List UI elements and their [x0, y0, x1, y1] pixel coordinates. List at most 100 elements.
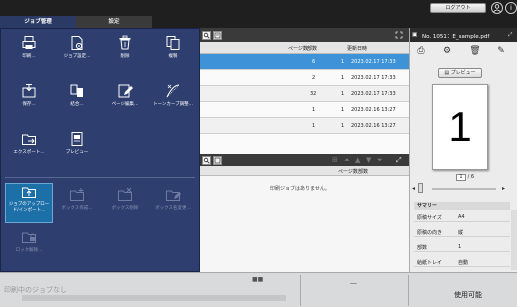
table-row[interactable]: 32 1 2023.02.17 17:33 [200, 86, 409, 102]
cell-pages: 1 [312, 107, 316, 113]
table-row[interactable]: 2 1 2023.02.17 17:33 [200, 70, 409, 86]
trash-icon[interactable]: 🗑 [468, 44, 482, 58]
menu-item-box-rename[interactable]: ボックス名変更... [151, 187, 195, 221]
top-bar: ジョブ管理 設定 ログアウト i [0, 0, 517, 28]
cell-copies: 1 [341, 59, 345, 65]
file-icon: ▣ [412, 32, 418, 38]
page-thumbnail[interactable]: 1 [432, 84, 488, 170]
page-edit-icon[interactable]: ✎ [494, 44, 508, 58]
cell-pages: 6 [312, 59, 316, 65]
merge-icon [55, 83, 99, 101]
menu-label: ボックス名変更... [155, 206, 191, 211]
zoom-out-icon[interactable]: ◂ [412, 185, 415, 192]
summary-key: 原稿の向き [417, 230, 443, 236]
col-pages[interactable]: ページ数 [288, 45, 308, 52]
box-upload-icon [6, 184, 52, 202]
search-icon[interactable] [202, 156, 211, 165]
logout-button[interactable]: ログアウト [430, 3, 486, 13]
menu-label: ボックス削除 [111, 206, 139, 211]
table-row[interactable]: 6 1 2023.02.17 17:33 [200, 54, 409, 70]
status-dots: ■■ [252, 276, 264, 283]
summary-value: 1 [458, 244, 462, 250]
divider [300, 275, 301, 306]
menu-label: エクスポート... [13, 150, 45, 155]
panel-title-bar: ▣ No. 1051：E_sample.pdf ⤢ [410, 28, 517, 42]
filter-icon[interactable] [213, 31, 222, 40]
table-row[interactable]: 1 1 2023.02.16 13:27 [200, 102, 409, 118]
menu-item-box-create[interactable]: ボックス作成... [55, 187, 99, 221]
expand-icon[interactable] [394, 31, 403, 40]
main-tabs: ジョブ管理 設定 [0, 16, 152, 28]
divider [408, 275, 409, 306]
menu-item-print[interactable]: 印刷... [7, 35, 51, 69]
zoom-slider-handle[interactable] [418, 183, 423, 193]
menu-item-preview[interactable]: プレビュー [55, 131, 99, 165]
move-top-icon[interactable]: ⏶ [344, 156, 350, 165]
job-title: No. 1051：E_sample.pdf [422, 34, 490, 40]
move-down-icon[interactable]: ▼ [366, 156, 371, 164]
summary-value: A4 [458, 214, 465, 220]
zoom-in-icon[interactable]: ▸ [502, 185, 505, 192]
table-row[interactable]: 1 1 2023.02.16 13:27 [200, 118, 409, 134]
summary-scrollbar[interactable] [511, 210, 517, 270]
summary-title: サマリー [414, 202, 510, 210]
menu-item-merge[interactable]: 結合... [55, 83, 99, 117]
menu-item-unlock[interactable]: ロック解除... [7, 229, 51, 263]
job-settings-icon[interactable]: ⚙ [440, 44, 454, 58]
page-number-field[interactable]: 1 [456, 174, 466, 181]
job-list-empty-area [200, 134, 409, 154]
expand-icon[interactable]: ⤢ [396, 156, 402, 165]
menu-item-job-settings[interactable]: ジョブ設定... [55, 35, 99, 69]
menu-item-tone-curve[interactable]: トーンカーブ調整... [151, 83, 195, 117]
menu-label: ジョブのアップロード/インポート... [8, 202, 50, 213]
col-copies[interactable]: 部数 [358, 168, 368, 175]
menu-item-delete[interactable]: 削除 [103, 35, 147, 69]
tab-settings[interactable]: 設定 [76, 16, 152, 28]
cell-updated: 2023.02.17 17:33 [351, 91, 396, 97]
menu-item-box-delete[interactable]: ボックス削除 [103, 187, 147, 221]
cell-updated: 2023.02.16 13:27 [351, 107, 396, 113]
menu-item-page-edit[interactable]: ページ編集... [103, 83, 147, 117]
page-edit-icon [103, 83, 147, 101]
tab-job-management[interactable]: ジョブ管理 [0, 16, 76, 28]
cell-updated: 2023.02.16 13:27 [351, 123, 396, 129]
menu-label: ボックス作成... [61, 206, 93, 211]
job-list: 6 1 2023.02.17 17:33 2 1 2023.02.17 17:3… [200, 54, 409, 134]
print-status-text: 印刷中のジョブなし [4, 286, 67, 294]
menu-label: 削除 [120, 54, 130, 59]
unlock-icon [7, 229, 51, 247]
cell-pages: 32 [310, 91, 317, 97]
menu-label: 複製 [168, 54, 178, 59]
filter-icon[interactable] [213, 156, 222, 165]
search-icon[interactable] [202, 31, 211, 40]
menu-item-save[interactable]: 保存... [7, 83, 51, 117]
print-icon[interactable]: ⎙ [414, 44, 428, 58]
summary-row: 部数 1 [414, 241, 510, 252]
cell-pages: 1 [312, 123, 316, 129]
page-total: / 6 [467, 174, 475, 180]
menu-item-export[interactable]: エクスポート... [7, 131, 51, 165]
tone-curve-icon [151, 83, 195, 101]
print-queue-list: 印刷ジョブはありません。 [200, 176, 409, 272]
summary-row: 給紙トレイ 自動 [414, 256, 510, 267]
print-queue-toolbar: ⊞ ⏶ ▲ ▼ ⏷ ⤢ [200, 154, 409, 166]
zoom-slider[interactable] [432, 188, 496, 190]
expand-icon[interactable]: ⤢ [508, 32, 512, 39]
col-copies[interactable]: 部数 [307, 45, 317, 52]
info-icon[interactable]: i [505, 2, 517, 14]
col-pages[interactable]: ページ数 [338, 168, 358, 175]
box-delete-icon [103, 187, 147, 205]
move-bottom-icon[interactable]: ⏷ [377, 156, 383, 165]
menu-item-box-upload[interactable]: ジョブのアップロード/インポート... [5, 183, 53, 223]
cell-copies: 1 [341, 123, 345, 129]
menu-item-duplicate[interactable]: 複製 [151, 35, 195, 69]
user-settings-icon[interactable] [491, 2, 503, 14]
col-updated[interactable]: 更新日時 [347, 45, 367, 52]
summary-row: 原稿サイズ A4 [414, 211, 510, 222]
menu-label: 結合... [70, 102, 84, 107]
job-list-header: ページ数 部数 更新日時 [200, 42, 409, 54]
preview-button[interactable]: ▤ プレビュー [438, 68, 482, 78]
queue-icon[interactable]: ⊞ [332, 156, 338, 164]
move-up-icon[interactable]: ▲ [355, 156, 360, 164]
menu-label: ロック解除... [15, 248, 43, 253]
